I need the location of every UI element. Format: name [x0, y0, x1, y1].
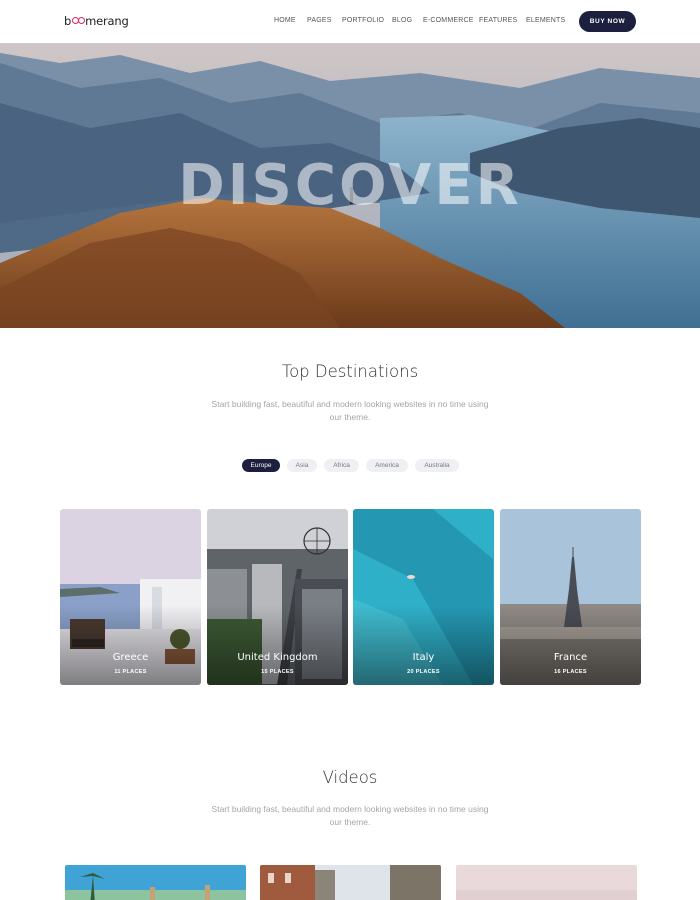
card-places-count: 16 PLACES	[554, 669, 587, 675]
destination-card-greece[interactable]: Greece 11 PLACES	[60, 509, 201, 685]
filter-america[interactable]: America	[366, 459, 408, 472]
nav-blog[interactable]: BLOG	[392, 17, 412, 24]
video-thumbnail	[65, 865, 246, 900]
nav-elements[interactable]: ELEMENTS	[526, 17, 565, 24]
videos-title: Videos	[322, 768, 378, 787]
nav-ecommerce[interactable]: E-COMMERCE	[423, 17, 474, 24]
card-title: France	[553, 652, 588, 663]
video-thumbnail	[260, 865, 441, 900]
card-places-count: 20 PLACES	[407, 669, 440, 675]
nav-portfolio[interactable]: PORTFOLIO	[342, 17, 384, 24]
destinations-title: Top Destinations	[281, 362, 419, 381]
videos-subtitle: Start building fast, beautiful and moder…	[211, 804, 489, 827]
nav-pages[interactable]: PAGES	[307, 17, 332, 24]
filter-asia[interactable]: Asia	[287, 459, 317, 472]
destination-card-italy[interactable]: Italy 20 PLACES	[353, 509, 494, 685]
card-places-count: 15 PLACES	[261, 669, 294, 675]
destination-filters: Europe Asia Africa America Australia	[0, 459, 700, 473]
card-title: Italy	[412, 652, 435, 663]
buy-now-button[interactable]: BUY NOW	[579, 11, 636, 32]
hero-title: DISCOVER	[178, 153, 522, 218]
hero-banner: DISCOVER	[0, 43, 700, 328]
video-thumbnail	[456, 865, 637, 900]
filter-africa[interactable]: Africa	[324, 459, 359, 472]
card-title: Greece	[112, 652, 149, 663]
card-places-count: 11 PLACES	[114, 669, 147, 675]
card-title: United Kingdom	[237, 652, 318, 663]
destinations-subtitle: Start building fast, beautiful and moder…	[211, 399, 489, 422]
site-logo[interactable]: b merang	[64, 14, 129, 28]
filter-australia[interactable]: Australia	[415, 459, 459, 472]
destination-card-united-kingdom[interactable]: United Kingdom 15 PLACES	[207, 509, 348, 685]
video-card-2[interactable]	[260, 865, 441, 900]
video-card-1[interactable]	[65, 865, 246, 900]
nav-features[interactable]: FEATURES	[479, 17, 517, 24]
logo-infinity-mark	[71, 17, 85, 25]
destination-card-france[interactable]: France 16 PLACES	[500, 509, 641, 685]
site-header: b merang HOME PAGES PORTFOLIO BLOG E-COMM…	[0, 0, 700, 43]
nav-home[interactable]: HOME	[274, 17, 296, 24]
video-card-3[interactable]	[456, 865, 637, 900]
filter-europe[interactable]: Europe	[242, 459, 280, 472]
